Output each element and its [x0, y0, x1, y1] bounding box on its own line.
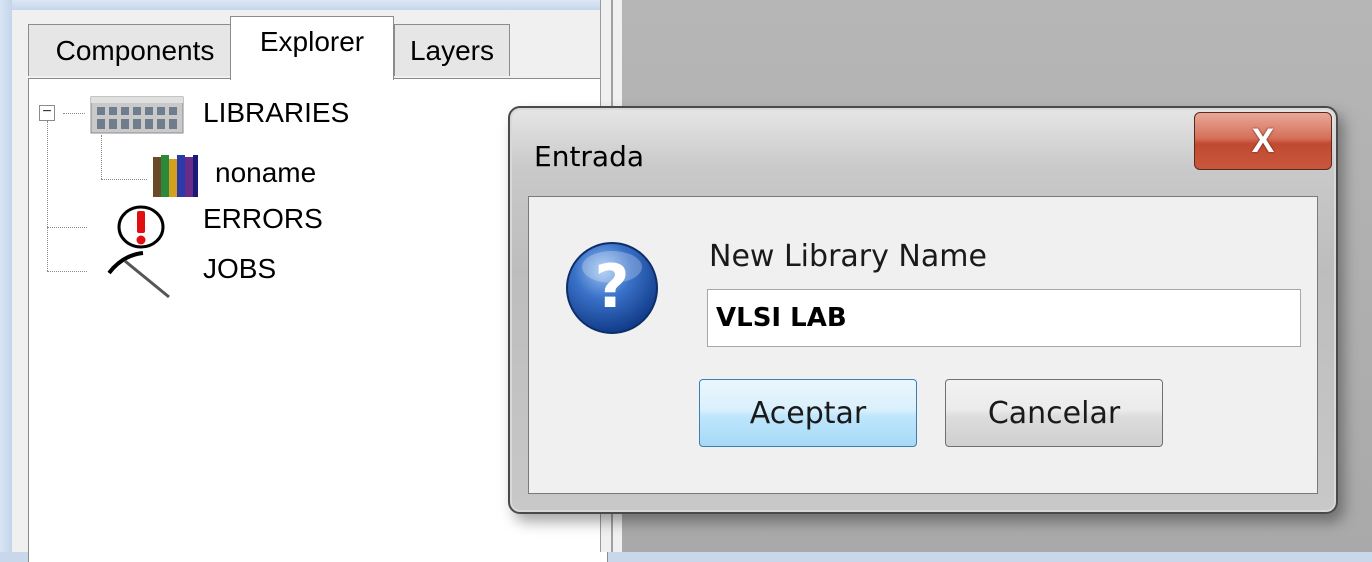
tree-connector [47, 227, 87, 228]
error-icon [115, 203, 167, 251]
dialog-body: ? New Library Name Aceptar Cancelar [528, 196, 1318, 494]
tree-connector [47, 271, 87, 272]
close-button[interactable]: X [1194, 112, 1332, 170]
library-name-input[interactable] [707, 289, 1301, 347]
svg-text:?: ? [595, 252, 630, 322]
tree-connector [101, 179, 147, 180]
collapse-toggle[interactable]: − [39, 104, 55, 121]
prompt-label: New Library Name [709, 239, 987, 274]
tab-layers[interactable]: Layers [394, 24, 510, 76]
close-icon: X [1251, 121, 1275, 160]
tree-item-libraries[interactable]: LIBRARIES [203, 97, 349, 129]
pickaxe-icon [103, 249, 173, 301]
tree-item-errors[interactable]: ERRORS [203, 203, 323, 235]
tree-item-noname[interactable]: noname [215, 157, 316, 189]
input-dialog: Entrada X ? New Library Name Aceptar Can… [508, 106, 1338, 514]
panel-tabs: Components Layers Explorer [12, 10, 618, 80]
tree-connector [63, 113, 85, 114]
dialog-title: Entrada [534, 140, 645, 173]
tree-item-jobs[interactable]: JOBS [203, 253, 276, 285]
library-building-icon [87, 93, 187, 135]
window-frame-left [0, 0, 12, 552]
cancel-button[interactable]: Cancelar [945, 379, 1163, 447]
tab-components[interactable]: Components [28, 24, 242, 76]
tree-connector [101, 135, 102, 179]
tree-connector [47, 121, 48, 271]
tab-explorer[interactable]: Explorer [230, 16, 394, 80]
question-icon: ? [563, 239, 661, 337]
books-icon [151, 153, 199, 201]
accept-button[interactable]: Aceptar [699, 379, 917, 447]
